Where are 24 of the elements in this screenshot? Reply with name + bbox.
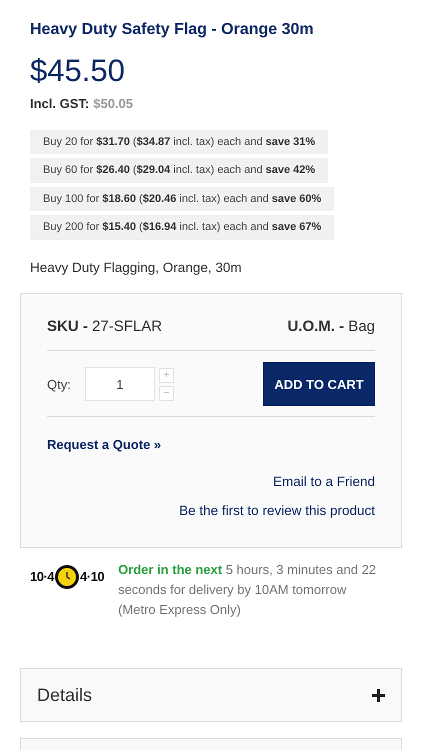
uom-text: U.O.M. - Bag	[287, 316, 375, 337]
logo-text: 4·10	[80, 568, 104, 586]
delivery-message: Order in the next 5 hours, 3 minutes and 22 seconds for delivery by 10AM tomorrow (Metro Express Only)	[118, 560, 378, 620]
add-to-cart-button[interactable]: ADD TO CART	[263, 362, 375, 406]
product-title: Heavy Duty Safety Flag - Orange 30m	[30, 20, 315, 40]
tier-price-text: Buy 60 for $26.40 ($29.04 incl. tax) each and save 42%	[30, 158, 328, 183]
request-quote-link[interactable]: Request a Quote »	[47, 435, 162, 455]
gst-price: $50.05	[93, 95, 133, 114]
tier-price-text: Buy 200 for $15.40 ($16.94 incl. tax) each and save 67%	[30, 215, 334, 240]
tier-price-text: Buy 100 for $18.60 ($20.46 incl. tax) each and save 60%	[30, 186, 334, 212]
logo-text: 10·4	[30, 568, 54, 586]
gst-label: Incl. GST:	[30, 95, 90, 114]
sku-text: SKU - 27-SFLAR	[47, 316, 162, 337]
tier-price-text: Buy 20 for $31.70 ($34.87 incl. tax) each and save 31%	[30, 130, 328, 154]
clock-icon	[54, 564, 80, 590]
price: $45.50	[30, 55, 126, 86]
product-description: Heavy Duty Flagging, Orange, 30m	[30, 258, 243, 277]
accordion-header[interactable]: Details	[20, 668, 402, 722]
quantity-field[interactable]: 1	[84, 367, 155, 402]
expand-icon	[372, 688, 385, 702]
panel-title: Details	[37, 684, 92, 707]
product-link[interactable]: Email to a Friend	[272, 472, 375, 493]
product-link[interactable]: Be the first to review this product	[179, 500, 375, 521]
qty-label: Qty:	[47, 376, 71, 394]
